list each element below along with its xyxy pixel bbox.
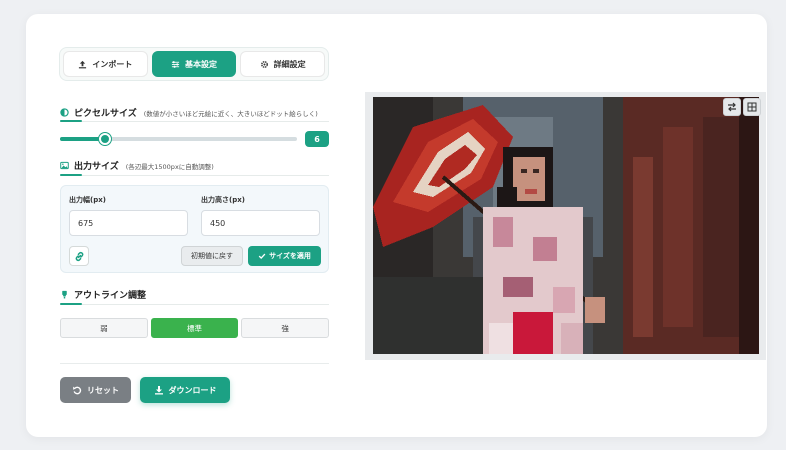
gear-icon — [260, 60, 268, 68]
pixel-size-title: ピクセルサイズ — [74, 109, 137, 119]
link-icon — [75, 251, 83, 261]
outline-options: 弱 標準 強 — [60, 318, 330, 338]
apply-size-button[interactable]: サイズを適用 — [248, 246, 321, 266]
tab-advanced-settings[interactable]: 詳細設定 — [240, 51, 326, 77]
half-circle-icon — [60, 108, 69, 117]
outline-strong-button[interactable]: 強 — [241, 318, 330, 338]
tab-advanced-settings-label: 詳細設定 — [273, 59, 306, 69]
image-icon — [60, 161, 69, 170]
download-label: ダウンロード — [168, 385, 217, 395]
output-size-title: 出力サイズ — [74, 162, 119, 172]
reset-label: リセット — [87, 385, 119, 395]
settings-tabs: インポート 基本設定 詳細設定 — [59, 47, 329, 81]
height-input[interactable] — [201, 210, 320, 236]
check-icon — [258, 253, 266, 260]
pixelated-photo — [373, 97, 759, 354]
undo-icon — [73, 386, 82, 395]
download-button[interactable]: ダウンロード — [140, 377, 230, 403]
height-label: 出力高さ(px) — [201, 196, 245, 204]
upload-icon — [79, 60, 87, 68]
apply-size-label: サイズを適用 — [269, 252, 311, 260]
output-size-divider — [60, 174, 329, 176]
reset-button[interactable]: リセット — [60, 377, 131, 403]
grid-toggle-button[interactable] — [743, 98, 761, 116]
grid-icon — [747, 102, 757, 112]
aspect-link-button[interactable] — [69, 246, 89, 266]
preview-image — [373, 97, 759, 354]
tab-import-label: インポート — [92, 59, 133, 69]
pixel-size-note: (数値が小さいほど元絵に近く、大きいほどドット絵らしく) — [143, 109, 318, 118]
outline-weak-button[interactable]: 弱 — [60, 318, 148, 338]
pixel-size-value: 6 — [305, 131, 329, 147]
tab-import[interactable]: インポート — [63, 51, 148, 77]
download-icon — [154, 386, 163, 395]
outline-heading: アウトライン調整 — [60, 288, 146, 301]
marker-icon — [62, 290, 67, 299]
pixel-size-heading: ピクセルサイズ (数値が小さいほど元絵に近く、大きいほどドット絵らしく) — [60, 106, 318, 119]
output-size-heading: 出力サイズ (各辺最大1500pxに自動調整) — [60, 159, 214, 172]
width-input[interactable] — [69, 210, 188, 236]
outline-title: アウトライン調整 — [74, 291, 147, 301]
actions-divider — [60, 363, 329, 364]
outline-divider — [60, 303, 329, 305]
pixel-size-divider — [60, 120, 329, 122]
tab-basic-settings-label: 基本設定 — [185, 59, 217, 69]
swap-icon — [728, 102, 736, 112]
slider-thumb[interactable] — [99, 133, 112, 145]
outline-standard-button[interactable]: 標準 — [150, 318, 239, 338]
sliders-icon — [171, 60, 180, 68]
swap-view-button[interactable] — [723, 98, 741, 116]
output-size-note: (各辺最大1500pxに自動調整) — [125, 162, 214, 171]
reset-size-button[interactable]: 初期値に戻す — [181, 246, 243, 266]
pixel-size-slider[interactable] — [60, 133, 297, 145]
width-label: 出力幅(px) — [69, 196, 106, 204]
tab-basic-settings[interactable]: 基本設定 — [151, 51, 237, 77]
